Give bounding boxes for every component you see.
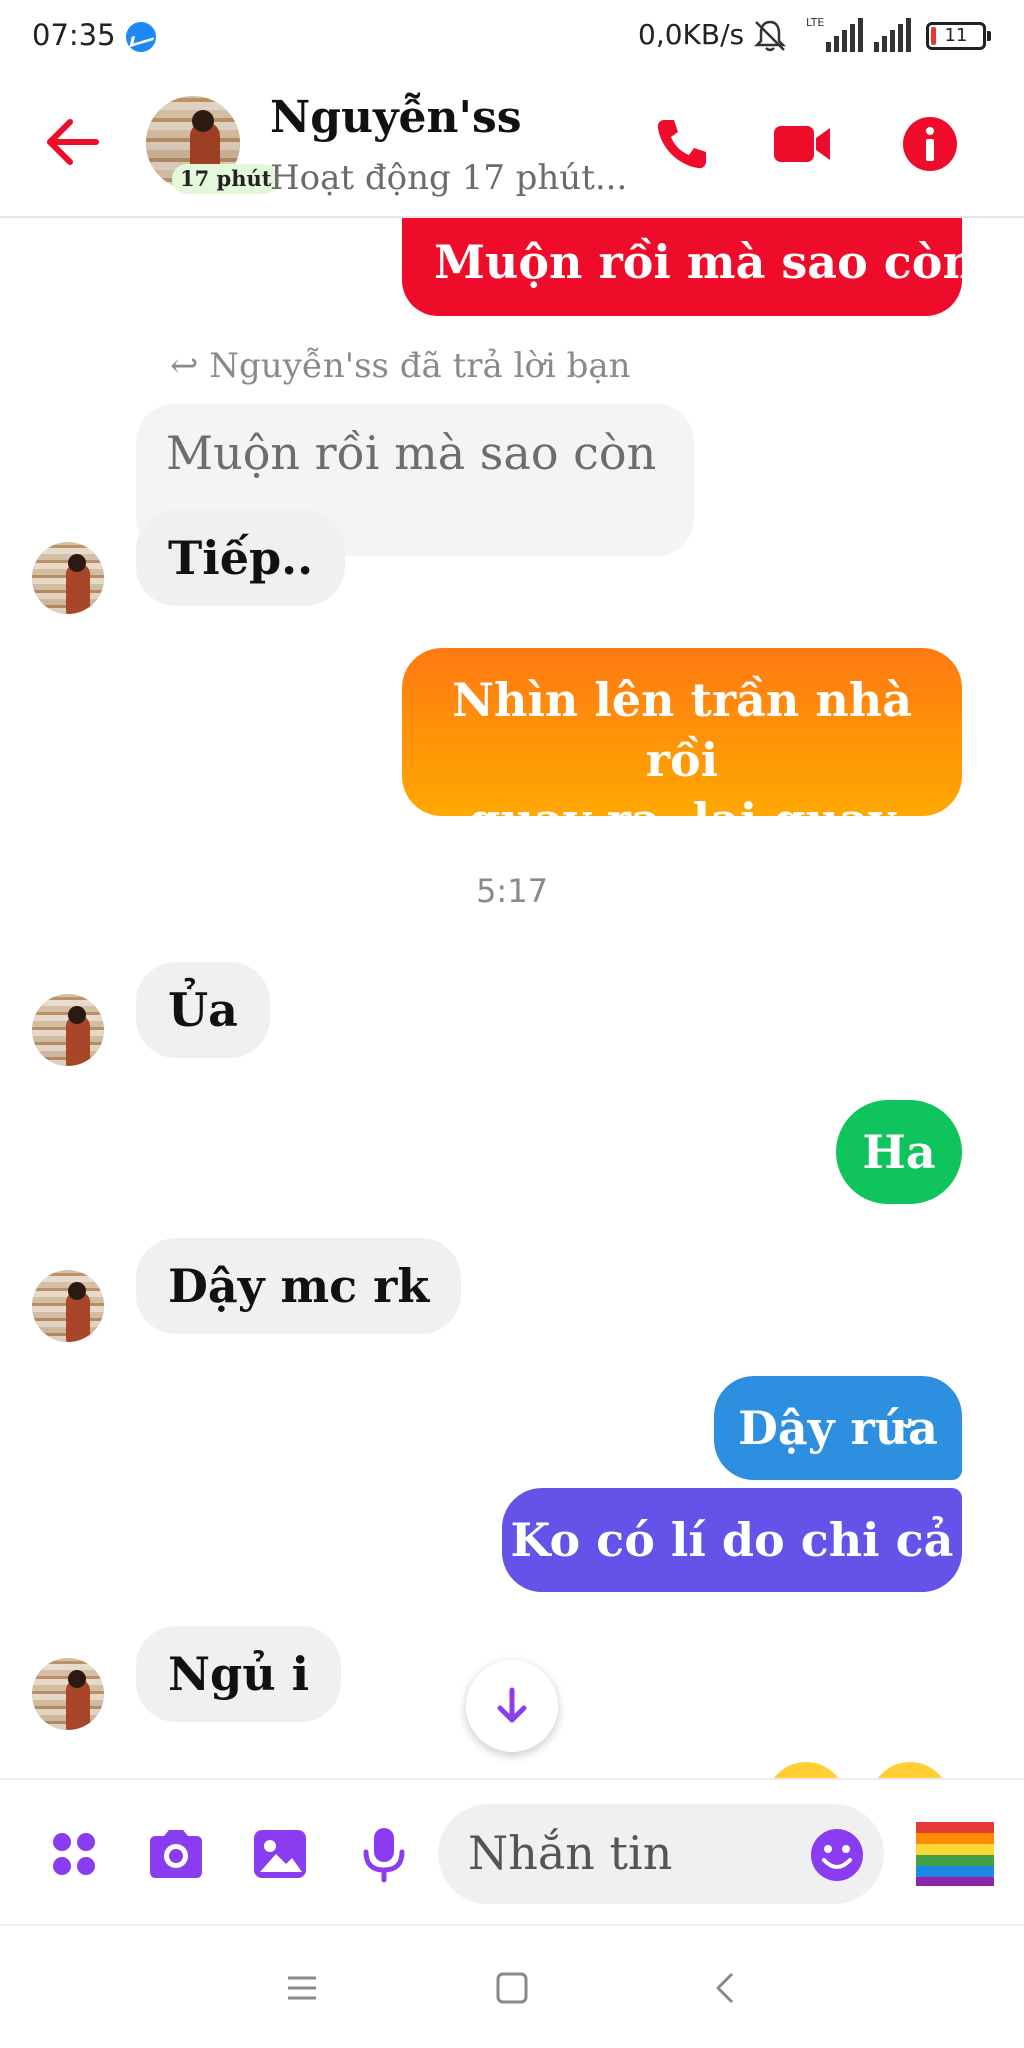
sender-avatar[interactable] — [32, 542, 104, 614]
message-composer: Nhắn tin — [0, 1778, 1024, 1924]
outgoing-message[interactable]: Dậy rứa — [714, 1376, 962, 1480]
sender-avatar[interactable] — [32, 1270, 104, 1342]
gallery-icon[interactable] — [248, 1822, 312, 1886]
outgoing-message[interactable]: Ko có lí do chi cả — [502, 1488, 962, 1592]
status-bar: 07:35 0,0KB/s LTE 11 — [0, 0, 1024, 72]
reply-note-text: Nguyễn'ss đã trả lời bạn — [209, 346, 631, 386]
svg-text:LTE: LTE — [806, 16, 824, 29]
messenger-notification-icon — [126, 22, 156, 52]
time-divider: 5:17 — [476, 872, 548, 910]
info-icon[interactable] — [898, 112, 962, 176]
incoming-message[interactable]: Tiếp.. — [136, 510, 346, 606]
video-call-icon[interactable] — [770, 112, 834, 176]
home-icon[interactable] — [492, 1968, 532, 2008]
contact-status: Hoạt động 17 phút... — [270, 158, 628, 198]
reply-indicator: ↩ Nguyễn'ss đã trả lời bạn — [170, 346, 631, 386]
apps-icon[interactable] — [42, 1822, 106, 1886]
message-input-placeholder: Nhắn tin — [468, 1826, 673, 1880]
outgoing-message[interactable]: Muộn rồi mà sao còn — [402, 218, 976, 316]
conversation-header: 17 phút Nguyễn'ss Hoạt động 17 phút... — [0, 72, 1024, 218]
rainbow-flag-icon[interactable] — [914, 1818, 996, 1888]
back-icon[interactable] — [706, 1968, 746, 2008]
phone-icon[interactable] — [650, 112, 714, 176]
contact-name[interactable]: Nguyễn'ss — [270, 92, 522, 143]
arrow-down-icon — [497, 1687, 527, 1723]
menu-icon[interactable] — [282, 1968, 322, 2008]
battery-icon: 11 — [926, 22, 991, 50]
sender-avatar[interactable] — [32, 994, 104, 1066]
incoming-message[interactable]: Ủa — [136, 962, 270, 1058]
mute-bell-icon — [753, 20, 787, 52]
emoji-icon[interactable] — [808, 1826, 866, 1884]
incoming-message[interactable]: Ngủ i — [136, 1626, 342, 1722]
microphone-icon[interactable] — [352, 1822, 416, 1886]
message-line: Nhìn lên trần nhà rồi — [451, 673, 913, 787]
active-time-badge: 17 phút — [172, 164, 280, 194]
outgoing-message[interactable]: Ha — [836, 1100, 962, 1204]
status-time: 07:35 — [32, 18, 116, 52]
back-arrow-icon[interactable] — [40, 110, 104, 174]
incoming-message[interactable]: Dậy mc rk — [136, 1238, 462, 1334]
lte-signal-icon: LTE — [806, 16, 863, 52]
sender-avatar[interactable] — [32, 1658, 104, 1730]
message-input[interactable]: Nhắn tin — [438, 1804, 884, 1904]
scroll-to-bottom-button[interactable] — [466, 1660, 558, 1752]
camera-icon[interactable] — [144, 1822, 208, 1886]
outgoing-message[interactable]: Nhìn lên trần nhà rồi quay ra, lại quay … — [402, 648, 962, 907]
signal-icon — [874, 18, 911, 52]
reply-icon: ↩ — [170, 346, 210, 386]
system-nav-bar — [0, 1924, 1024, 2048]
network-speed: 0,0KB/s — [638, 18, 745, 51]
